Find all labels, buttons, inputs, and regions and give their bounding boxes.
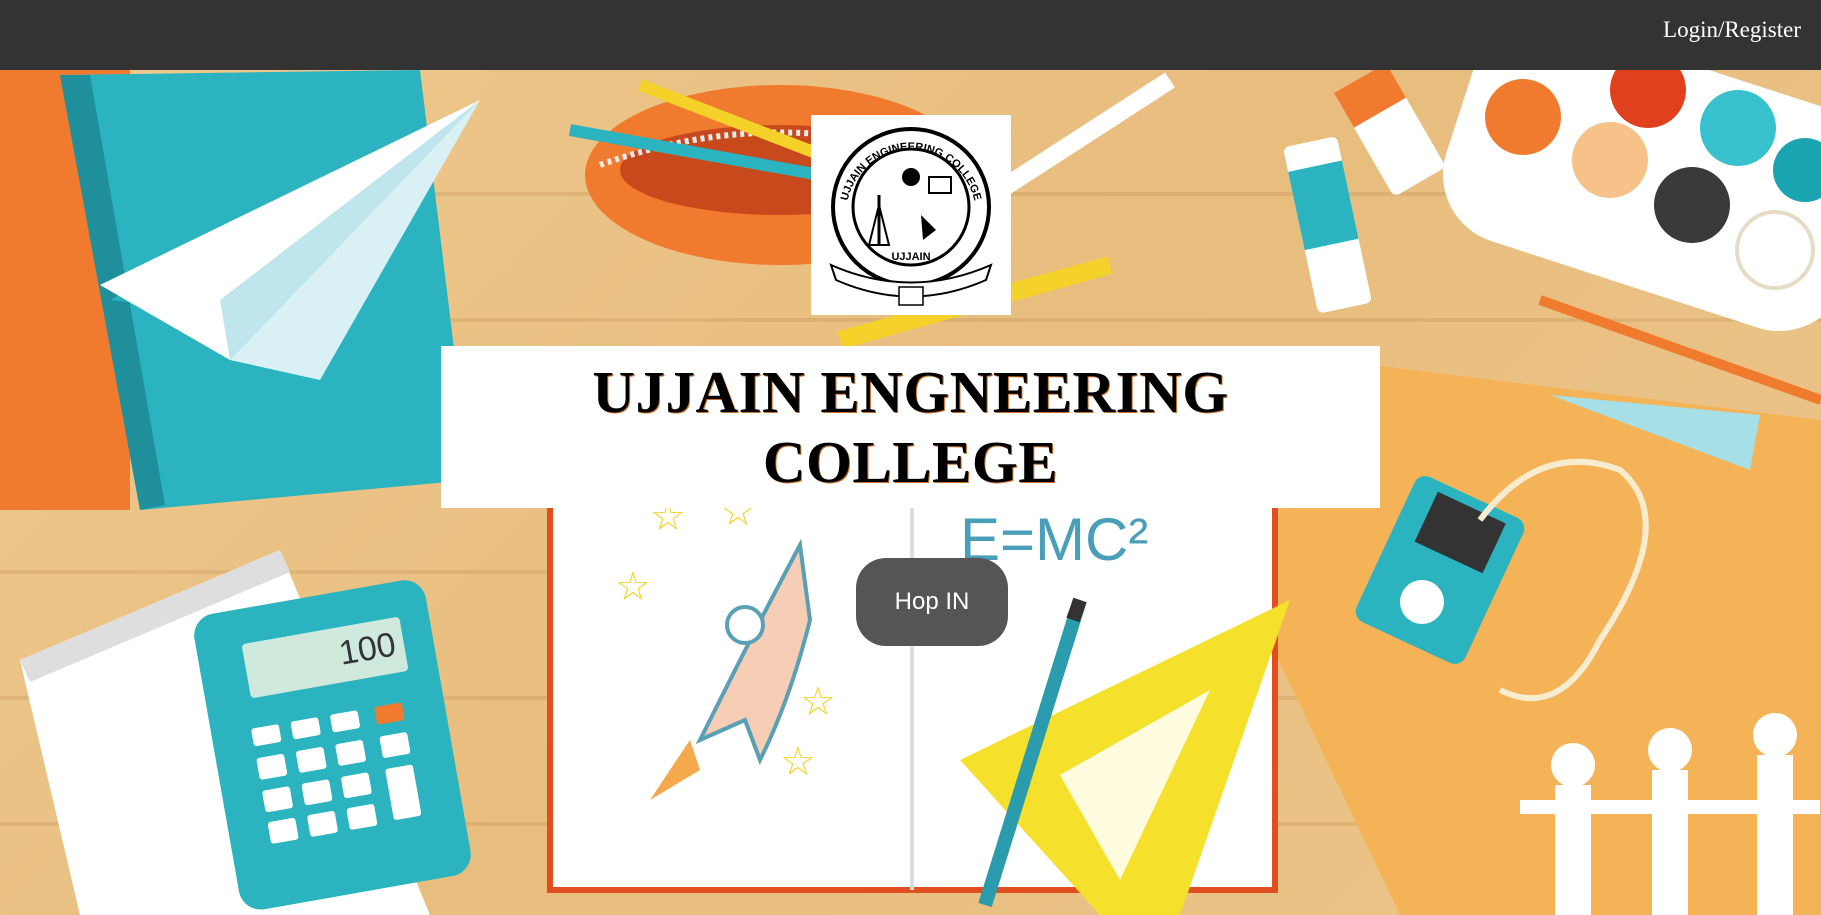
college-logo: UJJAIN ENGINEERING COLLEGE UJJAIN	[811, 115, 1011, 315]
svg-text:☆: ☆	[800, 679, 836, 725]
paint-tube-teal	[1284, 137, 1371, 313]
title-banner: UJJAIN ENGNEERING COLLEGE	[441, 346, 1380, 508]
svg-text:☆: ☆	[780, 739, 816, 785]
paint-tube-orange	[1334, 70, 1444, 195]
college-emblem: UJJAIN ENGINEERING COLLEGE UJJAIN	[829, 127, 993, 306]
college-title: UJJAIN ENGNEERING COLLEGE	[592, 359, 1229, 495]
logo-bottom-text: UJJAIN	[891, 251, 930, 263]
top-nav-bar: Login/Register	[0, 0, 1821, 70]
watercolor-palette	[1442, 70, 1821, 332]
marker-white	[995, 72, 1175, 198]
hop-in-button[interactable]: Hop IN	[856, 558, 1008, 646]
login-register-link[interactable]: Login/Register	[1663, 17, 1801, 43]
svg-text:☆: ☆	[615, 564, 651, 610]
